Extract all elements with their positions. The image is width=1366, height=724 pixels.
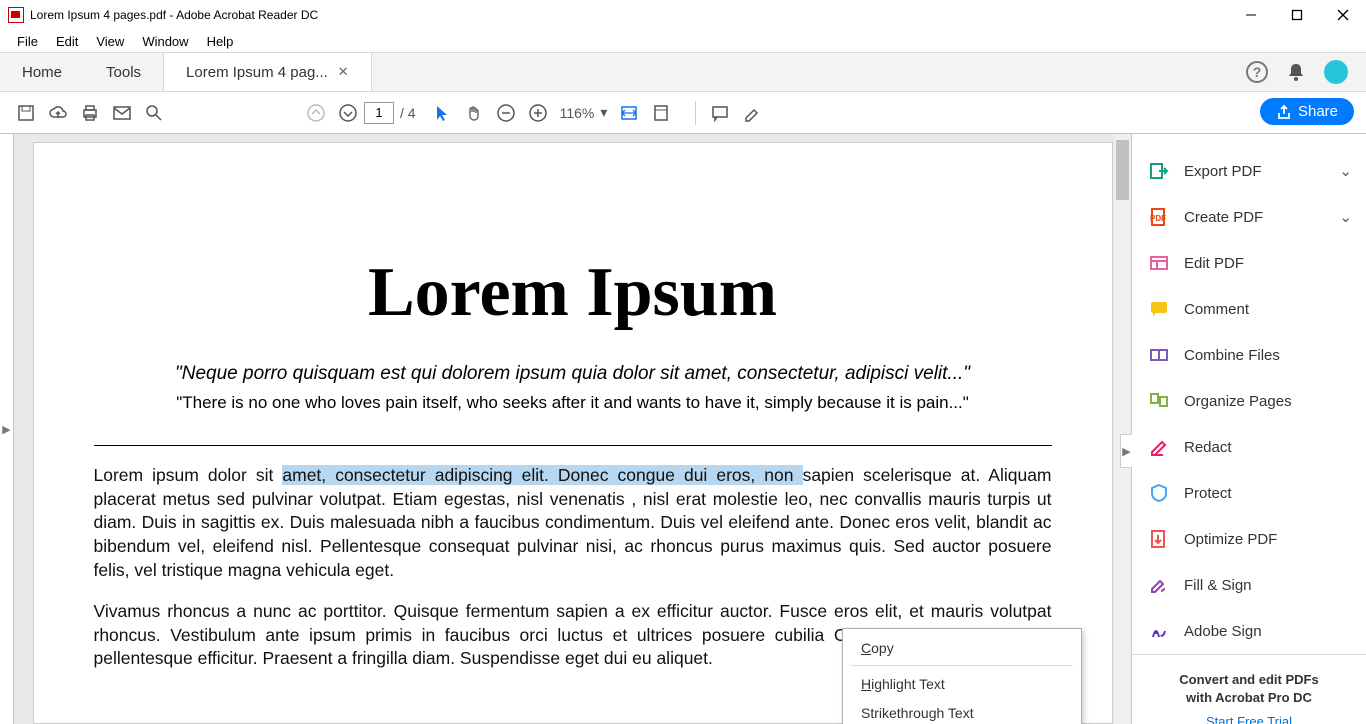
side-tool-label: Edit PDF <box>1184 255 1244 272</box>
doc-title: Lorem Ipsum <box>94 253 1052 333</box>
side-tool-export[interactable]: Export PDF ⌄ <box>1132 148 1366 194</box>
side-tool-label: Create PDF <box>1184 209 1263 226</box>
context-menu: Copy Highlight Text Strikethrough Text A… <box>842 628 1082 724</box>
side-tool-label: Comment <box>1184 301 1249 318</box>
side-tool-label: Fill & Sign <box>1184 577 1252 594</box>
doc-subtitle-2: "There is no one who loves pain itself, … <box>94 393 1052 413</box>
page-current-input[interactable] <box>364 102 394 124</box>
share-button[interactable]: Share <box>1260 98 1354 125</box>
side-tool-redact[interactable]: Redact <box>1132 424 1366 470</box>
zoom-out-icon[interactable] <box>490 97 522 129</box>
side-tool-label: Protect <box>1184 485 1232 502</box>
page-down-icon[interactable] <box>332 97 364 129</box>
side-tool-asign[interactable]: Adobe Sign <box>1132 608 1366 654</box>
vertical-scrollbar[interactable] <box>1114 134 1131 724</box>
chevron-down-icon: ▾ <box>600 104 607 121</box>
protect-icon <box>1148 483 1170 503</box>
share-label: Share <box>1298 103 1338 120</box>
document-area: Lorem Ipsum "Neque porro quisquam est qu… <box>14 134 1131 724</box>
side-tool-label: Export PDF <box>1184 163 1262 180</box>
hand-icon[interactable] <box>458 97 490 129</box>
tab-document-label: Lorem Ipsum 4 pag... <box>186 64 328 81</box>
side-tool-sign[interactable]: Fill & Sign <box>1132 562 1366 608</box>
page-up-icon[interactable] <box>300 97 332 129</box>
page-total: / 4 <box>400 105 416 121</box>
minimize-button[interactable] <box>1228 0 1274 30</box>
doc-paragraph-1: Lorem ipsum dolor sit amet, consectetur … <box>94 464 1052 582</box>
side-tool-optimize[interactable]: Optimize PDF <box>1132 516 1366 562</box>
profile-avatar[interactable] <box>1324 60 1348 84</box>
side-tool-protect[interactable]: Protect <box>1132 470 1366 516</box>
redact-icon <box>1148 437 1170 457</box>
ctx-highlight[interactable]: Highlight Text <box>843 669 1081 698</box>
organize-icon <box>1148 391 1170 411</box>
menu-help[interactable]: Help <box>200 32 241 51</box>
side-tool-label: Redact <box>1184 439 1232 456</box>
page-indicator: / 4 <box>364 102 416 124</box>
edit-icon <box>1148 253 1170 273</box>
bell-icon[interactable] <box>1286 62 1306 82</box>
promo-box: Convert and edit PDFswith Acrobat Pro DC… <box>1132 654 1366 724</box>
help-icon[interactable]: ? <box>1246 61 1268 83</box>
zoom-in-icon[interactable] <box>522 97 554 129</box>
side-tool-organize[interactable]: Organize Pages <box>1132 378 1366 424</box>
highlight-tool-icon[interactable] <box>736 97 768 129</box>
side-tool-label: Organize Pages <box>1184 393 1292 410</box>
mail-icon[interactable] <box>106 97 138 129</box>
doc-subtitle-1: "Neque porro quisquam est qui dolorem ip… <box>94 363 1052 385</box>
tab-tools[interactable]: Tools <box>84 53 163 91</box>
selected-text[interactable]: amet, consectetur adipiscing elit. Donec… <box>282 465 802 485</box>
side-tool-label: Adobe Sign <box>1184 623 1262 640</box>
comment-icon <box>1148 299 1170 319</box>
zoom-value: 116% <box>560 105 595 121</box>
side-tool-label: Combine Files <box>1184 347 1280 364</box>
zoom-select[interactable]: 116% ▾ <box>554 104 614 121</box>
side-tool-create[interactable]: PDF Create PDF ⌄ <box>1132 194 1366 240</box>
side-tool-comment[interactable]: Comment <box>1132 286 1366 332</box>
close-button[interactable] <box>1320 0 1366 30</box>
svg-text:PDF: PDF <box>1150 214 1166 223</box>
menu-file[interactable]: File <box>10 32 45 51</box>
sign-icon <box>1148 575 1170 595</box>
scrollbar-thumb[interactable] <box>1116 140 1129 200</box>
toolbar: / 4 116% ▾ Share <box>0 92 1366 134</box>
export-icon <box>1148 161 1170 181</box>
menu-window[interactable]: Window <box>135 32 195 51</box>
fit-width-icon[interactable] <box>613 97 645 129</box>
tab-close-icon[interactable]: ✕ <box>338 64 349 80</box>
tab-document[interactable]: Lorem Ipsum 4 pag... ✕ <box>163 53 372 91</box>
fit-page-icon[interactable] <box>645 97 677 129</box>
titlebar: Lorem Ipsum 4 pages.pdf - Adobe Acrobat … <box>0 0 1366 30</box>
pdf-file-icon <box>8 7 24 23</box>
menu-view[interactable]: View <box>89 32 131 51</box>
ctx-strikethrough[interactable]: Strikethrough Text <box>843 698 1081 724</box>
asign-icon <box>1148 621 1170 641</box>
chevron-down-icon: ⌄ <box>1339 208 1352 226</box>
ctx-copy[interactable]: Copy <box>843 633 1081 662</box>
cloud-icon[interactable] <box>42 97 74 129</box>
menu-edit[interactable]: Edit <box>49 32 85 51</box>
side-tool-combine[interactable]: Combine Files <box>1132 332 1366 378</box>
side-tool-label: Optimize PDF <box>1184 531 1277 548</box>
comment-tool-icon[interactable] <box>704 97 736 129</box>
menubar: File Edit View Window Help <box>0 30 1366 52</box>
window-title: Lorem Ipsum 4 pages.pdf - Adobe Acrobat … <box>30 8 318 22</box>
right-panel-handle[interactable]: ▶ <box>1120 434 1132 468</box>
pointer-icon[interactable] <box>426 97 458 129</box>
side-tool-edit[interactable]: Edit PDF <box>1132 240 1366 286</box>
top-tabs: Home Tools Lorem Ipsum 4 pag... ✕ ? <box>0 52 1366 92</box>
save-icon[interactable] <box>10 97 42 129</box>
search-icon[interactable] <box>138 97 170 129</box>
optimize-icon <box>1148 529 1170 549</box>
print-icon[interactable] <box>74 97 106 129</box>
tab-home[interactable]: Home <box>0 53 84 91</box>
left-panel-handle[interactable]: ▶ <box>0 134 14 724</box>
tools-panel: ▶ Export PDF⌄PDFCreate PDF⌄Edit PDFComme… <box>1131 134 1366 724</box>
combine-icon <box>1148 345 1170 365</box>
create-icon: PDF <box>1148 207 1170 227</box>
maximize-button[interactable] <box>1274 0 1320 30</box>
chevron-down-icon: ⌄ <box>1339 162 1352 180</box>
start-trial-link[interactable]: Start Free Trial <box>1144 714 1354 724</box>
doc-divider <box>94 445 1052 446</box>
